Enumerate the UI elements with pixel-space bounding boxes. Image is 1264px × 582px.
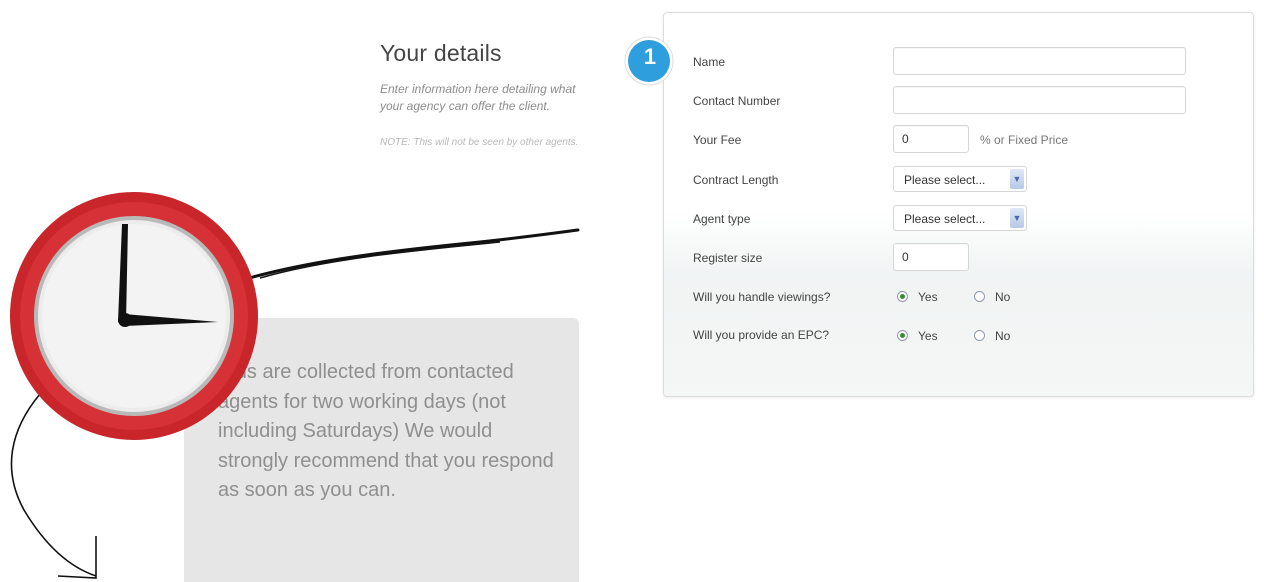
section-description: Enter information here detailing what yo… (380, 82, 576, 113)
fee-suffix: % or Fixed Price (980, 133, 1069, 147)
chevron-down-icon[interactable]: ▼ (1010, 208, 1024, 228)
contract-length-select[interactable]: Please select... ▼ (893, 166, 1027, 192)
info-tooltip-text: Bids are collected from contacted agents… (218, 361, 554, 501)
viewings-yes-label[interactable]: Yes (918, 290, 938, 304)
viewings-no-label[interactable]: No (995, 290, 1010, 304)
viewings-yes-radio[interactable] (897, 291, 908, 302)
register-size-input[interactable] (893, 243, 969, 271)
epc-no-radio[interactable] (974, 330, 985, 341)
viewings-no-radio[interactable] (974, 291, 985, 302)
chevron-down-icon[interactable]: ▼ (1010, 169, 1024, 189)
epc-yes-radio[interactable] (897, 330, 908, 341)
clock-icon (10, 192, 258, 440)
step-number: 1 (643, 44, 657, 69)
contract-length-value: Please select... (904, 173, 986, 187)
name-input[interactable] (893, 47, 1186, 75)
fee-label: Your Fee (693, 133, 742, 147)
agent-type-value: Please select... (904, 212, 986, 226)
contact-number-label: Contact Number (693, 94, 781, 108)
contact-number-input[interactable] (893, 86, 1186, 114)
section-note: NOTE: This will not be seen by other age… (380, 137, 579, 148)
intro-section: Your details Enter information here deta… (380, 40, 580, 150)
register-size-label: Register size (693, 251, 763, 265)
epc-label: Will you provide an EPC? (693, 328, 830, 342)
agent-type-label: Agent type (693, 212, 751, 226)
viewings-label: Will you handle viewings? (693, 290, 831, 304)
fee-input[interactable] (893, 125, 969, 153)
agent-type-select[interactable]: Please select... ▼ (893, 205, 1027, 231)
epc-no-label[interactable]: No (995, 329, 1010, 343)
name-label: Name (693, 55, 726, 69)
contract-length-label: Contract Length (693, 173, 779, 187)
epc-yes-label[interactable]: Yes (918, 329, 938, 343)
section-title: Your details (380, 40, 502, 66)
